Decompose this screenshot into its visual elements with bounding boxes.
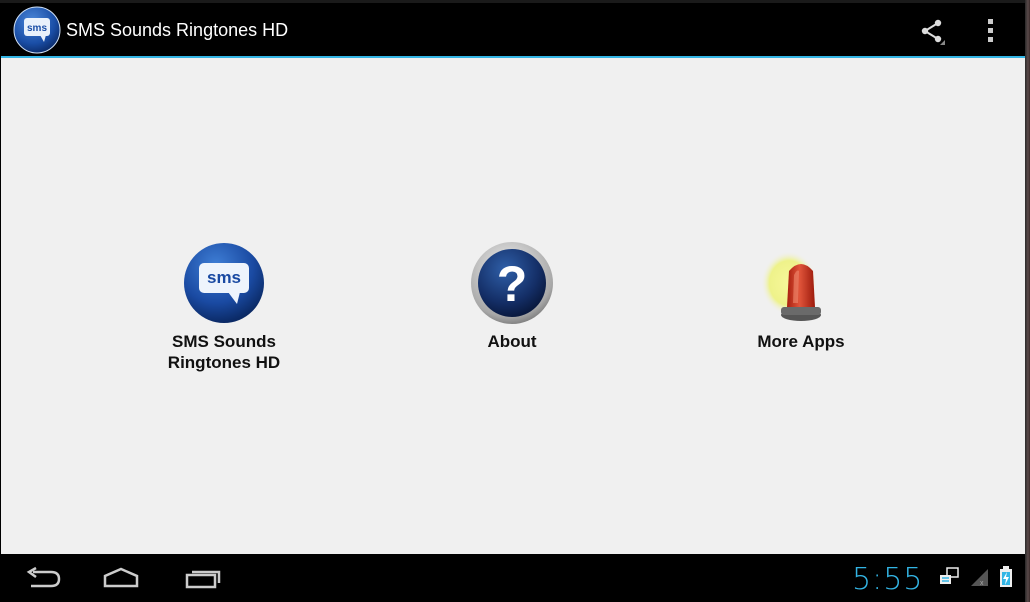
launcher-more-apps[interactable]: More Apps bbox=[701, 241, 901, 352]
app-screen: sms SMS Sounds Ringtones HD sms SMS Soun… bbox=[1, 3, 1025, 601]
label-line-2: Ringtones HD bbox=[167, 353, 281, 372]
action-bar-divider bbox=[1, 56, 1025, 58]
launcher-about-label: About bbox=[487, 332, 537, 351]
screen-right-edge bbox=[1025, 0, 1030, 602]
signal-icon: x bbox=[969, 567, 989, 592]
share-icon[interactable] bbox=[914, 13, 950, 49]
svg-text:x: x bbox=[980, 580, 984, 587]
back-icon[interactable] bbox=[21, 562, 65, 594]
battery-charging-icon bbox=[999, 565, 1013, 593]
launcher-about[interactable]: ? About bbox=[412, 241, 612, 352]
sms-bubble-icon: sms bbox=[182, 241, 266, 325]
question-mark-icon: ? bbox=[470, 241, 554, 325]
svg-text:?: ? bbox=[497, 256, 528, 312]
launcher-sms-label: SMS Sounds Ringtones HD bbox=[168, 331, 280, 373]
red-siren-icon bbox=[759, 241, 843, 325]
svg-text:sms: sms bbox=[207, 268, 241, 287]
notification-icon[interactable] bbox=[939, 566, 959, 592]
overflow-menu-icon[interactable] bbox=[976, 13, 1006, 49]
launcher-more-apps-label: More Apps bbox=[757, 332, 845, 351]
system-navigation-bar: 5:55 x bbox=[1, 554, 1025, 601]
recent-apps-icon[interactable] bbox=[181, 562, 225, 594]
status-icons: x bbox=[939, 565, 1013, 593]
home-icon[interactable] bbox=[99, 562, 143, 594]
status-clock: 5:55 bbox=[852, 562, 924, 597]
launcher-sms-sounds[interactable]: sms SMS Sounds Ringtones HD bbox=[124, 241, 324, 373]
app-title: SMS Sounds Ringtones HD bbox=[66, 20, 289, 40]
label-line-1: SMS Sounds bbox=[172, 332, 276, 351]
svg-text:sms: sms bbox=[27, 23, 47, 34]
sms-bubble-icon[interactable]: sms bbox=[13, 6, 61, 54]
action-bar: sms SMS Sounds Ringtones HD bbox=[1, 3, 1025, 56]
